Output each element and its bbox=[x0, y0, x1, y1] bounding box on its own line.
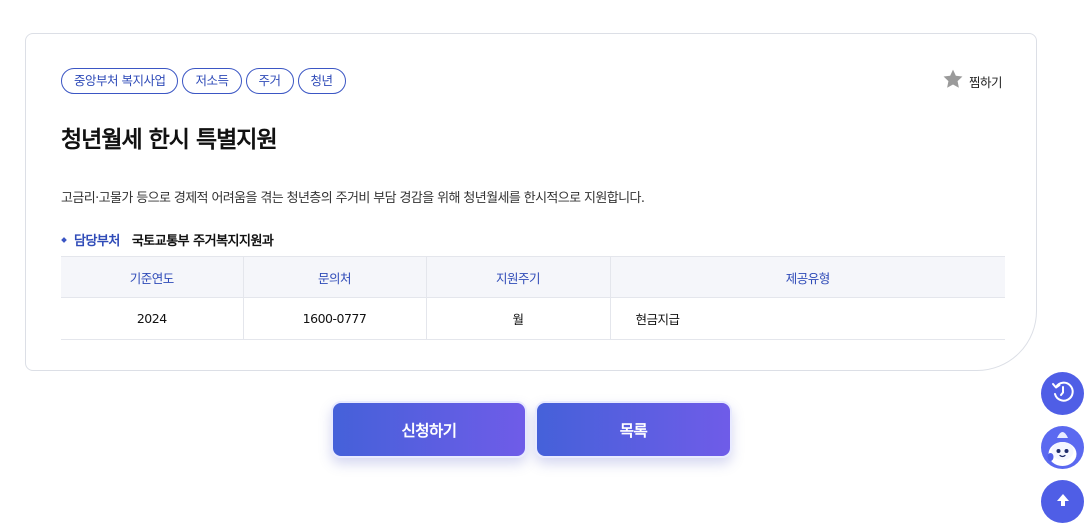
apply-button[interactable]: 신청하기 bbox=[331, 401, 527, 458]
header-contact: 문의처 bbox=[242, 256, 426, 298]
history-button[interactable] bbox=[1041, 372, 1084, 415]
tag-central-welfare[interactable]: 중앙부처 복지사업 bbox=[61, 68, 179, 94]
service-info-table: 기준연도 문의처 지원주기 제공유형 2024 1600-0777 월 현금지급 bbox=[61, 256, 1005, 340]
list-button[interactable]: 목록 bbox=[535, 401, 732, 458]
chatbot-icon bbox=[1041, 426, 1084, 469]
page-title: 청년월세 한시 특별지원 bbox=[61, 127, 278, 153]
table-header-row: 기준연도 문의처 지원주기 제공유형 bbox=[61, 256, 1005, 298]
cell-support-cycle: 월 bbox=[425, 297, 610, 340]
scroll-top-button[interactable] bbox=[1041, 480, 1084, 523]
header-support-cycle: 지원주기 bbox=[425, 256, 610, 298]
bookmark-label: 찜하기 bbox=[968, 74, 1003, 90]
bookmark-button[interactable]: 찜하기 bbox=[942, 68, 1003, 94]
tag-low-income[interactable]: 저소득 bbox=[182, 68, 242, 94]
table-row: 2024 1600-0777 월 현금지급 bbox=[61, 297, 1005, 340]
responsible-department: 담당부처 국토교통부 주거복지지원과 bbox=[61, 230, 274, 249]
chatbot-button[interactable] bbox=[1041, 426, 1084, 469]
tag-list: 중앙부처 복지사업 저소득 주거 청년 bbox=[61, 68, 346, 94]
cell-base-year: 2024 bbox=[61, 297, 243, 340]
action-buttons: 신청하기 목록 bbox=[331, 401, 732, 458]
tag-youth[interactable]: 청년 bbox=[297, 68, 346, 94]
service-detail-card: 중앙부처 복지사업 저소득 주거 청년 찜하기 청년월세 한시 특별지원 고금리… bbox=[25, 33, 1037, 371]
dept-label: 담당부처 bbox=[74, 234, 120, 249]
dept-value: 국토교통부 주거복지지원과 bbox=[131, 234, 274, 249]
service-description: 고금리·고물가 등으로 경제적 어려움을 겪는 청년층의 주거비 부담 경감을 … bbox=[61, 191, 645, 206]
history-icon bbox=[1050, 379, 1076, 409]
tag-housing[interactable]: 주거 bbox=[245, 68, 294, 94]
cell-contact: 1600-0777 bbox=[242, 297, 426, 340]
header-provision-type: 제공유형 bbox=[609, 256, 1005, 298]
star-icon bbox=[942, 68, 964, 94]
scroll-top-icon bbox=[1053, 490, 1073, 514]
cell-provision-type: 현금지급 bbox=[609, 297, 1005, 340]
header-base-year: 기준연도 bbox=[61, 256, 243, 298]
bullet-icon bbox=[61, 236, 67, 243]
